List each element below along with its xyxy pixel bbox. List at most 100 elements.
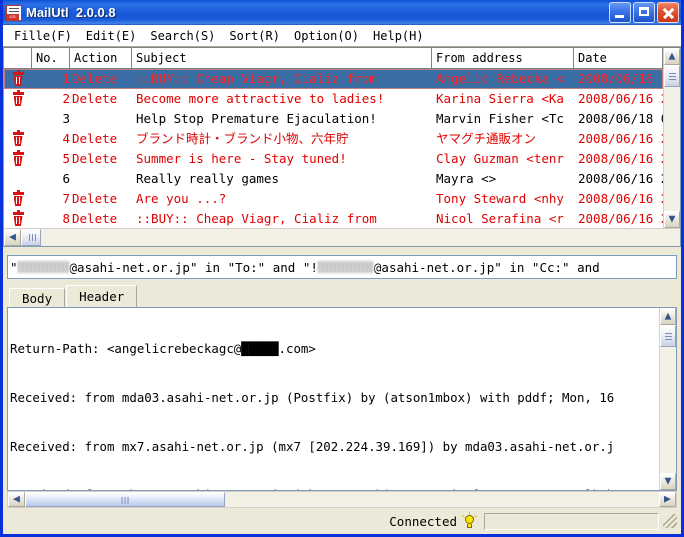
header-line: Return-Path: <angelicrebeckagc@█████.com… bbox=[10, 341, 316, 357]
menu-sort[interactable]: Sort(R) bbox=[222, 27, 287, 45]
row-date: 2008/06/16 22:40 bbox=[578, 131, 663, 146]
row-subject: ::BUY:: Cheap Viagr, Cializ from bbox=[136, 211, 377, 226]
header-line: Received: from mx7.asahi-net.or.jp (mx7 … bbox=[10, 438, 615, 454]
trash-icon bbox=[4, 69, 32, 89]
scroll-up-button[interactable]: ▲ bbox=[660, 308, 676, 325]
row-action: Delete bbox=[72, 151, 118, 166]
table-row[interactable]: 4 Delete ブランド時計・ブランド小物、六年貯 ヤマグチ通販オン 2008… bbox=[4, 129, 663, 149]
close-button[interactable] bbox=[657, 2, 679, 23]
row-no: 5 bbox=[62, 151, 70, 166]
scroll-thumb[interactable] bbox=[25, 492, 225, 507]
row-from: Tony Steward <nhy bbox=[436, 191, 564, 206]
status-progress-field bbox=[484, 512, 659, 530]
row-no: 1 bbox=[62, 71, 70, 86]
scroll-thumb[interactable] bbox=[660, 325, 676, 347]
pane-splitter[interactable] bbox=[3, 247, 681, 255]
tab-body[interactable]: Body bbox=[9, 288, 66, 307]
chevron-up-icon: ▲ bbox=[664, 311, 672, 321]
minimize-button[interactable] bbox=[609, 2, 631, 23]
table-row[interactable]: 5 Delete Summer is here - Stay tuned! Cl… bbox=[4, 149, 663, 169]
trash-icon bbox=[4, 209, 32, 228]
redacted-text bbox=[17, 261, 70, 273]
table-row[interactable]: 7 Delete Are you ...? Tony Steward <nhy … bbox=[4, 189, 663, 209]
scroll-thumb[interactable] bbox=[664, 65, 680, 87]
row-date: 2008/06/16 22:34 bbox=[578, 91, 663, 106]
chevron-down-icon: ▼ bbox=[668, 214, 676, 224]
mail-list-horizontal-scrollbar[interactable]: ◀ bbox=[4, 228, 680, 246]
message-viewer-horizontal-scrollbar[interactable]: ◀ ▶ bbox=[7, 491, 677, 508]
title-bar[interactable]: UTL MailUtl 2.0.0.8 bbox=[3, 0, 681, 25]
mail-list-vertical-scrollbar[interactable]: ▲ ▼ bbox=[663, 48, 680, 228]
row-action: Delete bbox=[72, 131, 118, 146]
resize-grip[interactable] bbox=[663, 514, 677, 528]
table-row[interactable]: 3 Help Stop Premature Ejaculation! Marvi… bbox=[4, 109, 663, 129]
table-row[interactable]: 1 Delete ::BUY:: Cheap Viagr, Cializ fro… bbox=[4, 69, 663, 89]
row-from: ヤマグチ通販オン bbox=[436, 131, 537, 146]
scroll-thumb[interactable] bbox=[21, 229, 41, 246]
column-header-no[interactable]: No. bbox=[32, 48, 70, 68]
row-subject: ブランド時計・ブランド小物、六年貯 bbox=[136, 131, 349, 146]
row-icon-empty bbox=[4, 109, 32, 129]
row-no: 2 bbox=[62, 91, 70, 106]
trash-icon bbox=[4, 189, 32, 209]
row-subject: Really really games bbox=[136, 171, 279, 186]
row-from: Nicol Serafina <r bbox=[436, 211, 564, 226]
menu-edit[interactable]: Edit(E) bbox=[79, 27, 144, 45]
column-header-subject[interactable]: Subject bbox=[132, 48, 432, 68]
row-subject: Are you ...? bbox=[136, 191, 227, 206]
scroll-up-button[interactable]: ▲ bbox=[664, 48, 680, 65]
redacted-text bbox=[317, 261, 374, 273]
row-date: 2008/06/16 22:50 bbox=[578, 191, 663, 206]
table-row[interactable]: 8 Delete ::BUY:: Cheap Viagr, Cializ fro… bbox=[4, 209, 663, 228]
menu-bar: Fille(F) Edit(E) Search(S) Sort(R) Optio… bbox=[3, 25, 681, 47]
status-text: Connected bbox=[389, 513, 457, 529]
message-header-text: Return-Path: <angelicrebeckagc@█████.com… bbox=[8, 308, 659, 490]
table-row[interactable]: 2 Delete Become more attractive to ladie… bbox=[4, 89, 663, 109]
scroll-track[interactable] bbox=[225, 492, 659, 507]
scroll-right-button[interactable]: ▶ bbox=[659, 492, 676, 507]
table-row[interactable]: 6 Really really games Mayra <> 2008/06/1… bbox=[4, 169, 663, 189]
row-subject: Become more attractive to ladies! bbox=[136, 91, 385, 106]
row-no: 3 bbox=[62, 111, 70, 126]
menu-search[interactable]: Search(S) bbox=[143, 27, 222, 45]
row-from: Clay Guzman <tenr bbox=[436, 151, 564, 166]
client-area: No. Action Subject From address Date 1 D… bbox=[3, 47, 681, 534]
row-from: Marvin Fisher <Tc bbox=[436, 111, 564, 126]
scroll-track[interactable] bbox=[664, 87, 680, 211]
row-action: Delete bbox=[72, 71, 118, 86]
row-from: Karina Sierra <Ka bbox=[436, 91, 564, 106]
lightbulb-icon bbox=[462, 511, 477, 529]
column-header-date[interactable]: Date bbox=[574, 48, 663, 68]
menu-option[interactable]: Option(O) bbox=[287, 27, 366, 45]
column-header-action[interactable]: Action bbox=[70, 48, 132, 68]
scroll-track[interactable] bbox=[660, 347, 676, 473]
row-subject: Summer is here - Stay tuned! bbox=[136, 151, 347, 166]
viewer-tabs: Body Header bbox=[9, 285, 681, 307]
row-date: 2008/06/16 22:52 bbox=[578, 211, 663, 226]
scroll-left-button[interactable]: ◀ bbox=[4, 229, 21, 246]
column-header-from[interactable]: From address bbox=[432, 48, 574, 68]
menu-file[interactable]: Fille(F) bbox=[7, 27, 79, 45]
row-action: Delete bbox=[72, 91, 118, 106]
row-from: Mayra <> bbox=[436, 171, 497, 186]
row-action: Delete bbox=[72, 211, 118, 226]
message-viewer[interactable]: Return-Path: <angelicrebeckagc@█████.com… bbox=[7, 307, 677, 491]
scroll-down-button[interactable]: ▼ bbox=[664, 211, 680, 228]
chevron-down-icon: ▼ bbox=[664, 476, 672, 486]
filter-quote-prefix: " bbox=[10, 259, 18, 275]
row-date: 2008/06/18 01:41 bbox=[578, 111, 663, 126]
scroll-left-button[interactable]: ◀ bbox=[8, 492, 25, 507]
scroll-down-button[interactable]: ▼ bbox=[660, 473, 676, 490]
maximize-button[interactable] bbox=[633, 2, 655, 23]
scroll-track[interactable] bbox=[41, 229, 680, 246]
menu-help[interactable]: Help(H) bbox=[366, 27, 431, 45]
tab-header[interactable]: Header bbox=[66, 285, 138, 307]
chevron-left-icon: ◀ bbox=[13, 494, 20, 504]
column-header-icon[interactable] bbox=[4, 48, 32, 68]
chevron-left-icon: ◀ bbox=[9, 232, 16, 242]
header-line: Received: from sbmx11.asahi-net.or.jp (s… bbox=[10, 487, 659, 490]
mail-list-pane: No. Action Subject From address Date 1 D… bbox=[3, 47, 681, 247]
header-line: Received: from mda03.asahi-net.or.jp (Po… bbox=[10, 390, 615, 405]
filter-text-field[interactable]: " @asahi-net.or.jp" in "To:" and "! @asahi… bbox=[7, 255, 677, 279]
message-viewer-vertical-scrollbar[interactable]: ▲ ▼ bbox=[659, 308, 676, 490]
